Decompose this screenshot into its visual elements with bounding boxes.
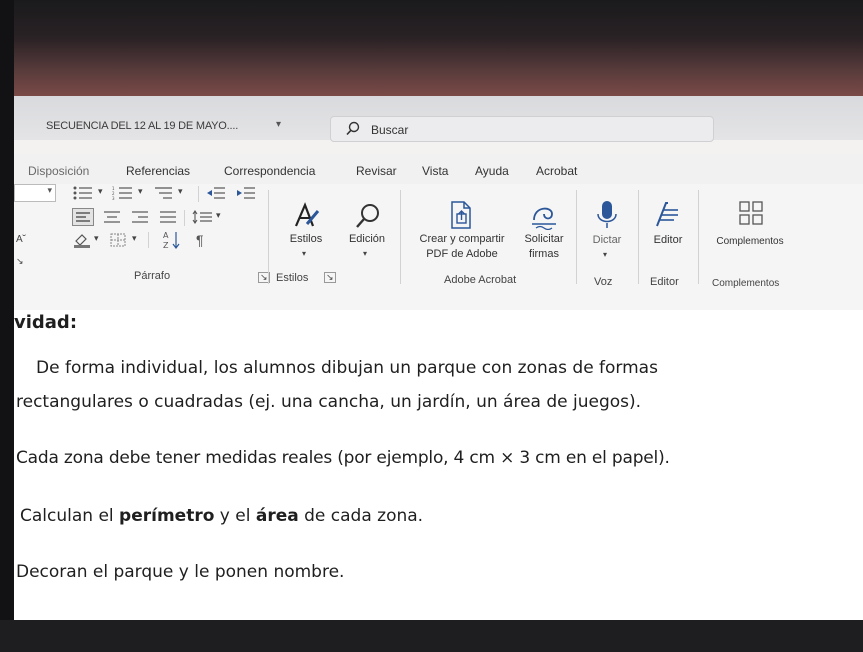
menu-bar: Disposición Referencias Correspondencia … [14, 154, 863, 184]
document-title[interactable]: SECUENCIA DEL 12 AL 19 DE MAYO.... [46, 120, 238, 132]
font-size-box[interactable]: ▾ [14, 184, 56, 202]
tab-acrobat[interactable]: Acrobat [536, 164, 577, 178]
editor-icon [656, 202, 678, 227]
align-left-icon[interactable] [72, 208, 94, 226]
divider [148, 232, 149, 248]
justify-icon[interactable] [158, 209, 178, 225]
create-share-pdf-label-2: PDF de Adobe [426, 248, 498, 260]
signature-icon [532, 207, 556, 230]
create-share-pdf-button[interactable]: Crear y compartir PDF de Adobe [408, 200, 516, 268]
launcher-icon[interactable]: ↘ [16, 256, 24, 267]
addins-grid-icon [739, 201, 763, 225]
request-signatures-label-1: Solicitar [524, 233, 564, 245]
addins-button[interactable]: Complementos [704, 200, 796, 268]
pilcrow-icon[interactable]: ¶ [196, 232, 204, 248]
tab-ayuda[interactable]: Ayuda [475, 164, 509, 178]
superscript-marker[interactable]: A˘ [16, 234, 26, 245]
title-bar: SECUENCIA DEL 12 AL 19 DE MAYO.... ▾ Bus… [14, 96, 863, 142]
styles-group-label: Estilos [276, 272, 309, 284]
search-icon [346, 121, 360, 136]
chevron-down-icon[interactable]: ▾ [276, 119, 281, 130]
divider [198, 186, 199, 202]
chevron-down-icon: ▾ [47, 185, 52, 195]
chevron-down-icon: ▾ [603, 250, 608, 259]
svg-text:Z: Z [163, 241, 169, 250]
monitor-bezel-left [0, 0, 14, 652]
align-right-icon[interactable] [130, 209, 150, 225]
adobe-acrobat-group-label: Adobe Acrobat [444, 274, 517, 286]
document-line-5: Decoran el parque y le ponen nombre. [16, 562, 345, 582]
chevron-down-icon[interactable]: ▾ [98, 186, 103, 197]
editor-button[interactable]: Editor [644, 200, 692, 268]
line-4-text-a: Calculan el [20, 506, 120, 526]
section-heading: vidad: [14, 312, 78, 333]
launcher-icon[interactable]: ↘ [324, 272, 336, 283]
divider [268, 190, 269, 284]
divider [184, 210, 185, 226]
chevron-down-icon[interactable]: ▾ [178, 186, 183, 197]
ribbon: ▾ ▾ 1 2 3 ▾ ▾ ▾ A˘ ▾ ▾ A Z ¶ ↘ Párrafo ↘… [14, 184, 863, 311]
line-4-bold-area: área [255, 506, 299, 526]
styles-button[interactable]: Estilos ▾ [286, 202, 326, 262]
document-page[interactable]: vidad: De forma individual, los alumnos … [14, 310, 863, 622]
divider [400, 190, 401, 284]
bullets-icon[interactable] [72, 186, 94, 200]
dictate-button-label: Dictar [592, 234, 622, 246]
monitor-bezel-top [0, 0, 863, 96]
search-icon [356, 204, 379, 228]
chevron-down-icon[interactable]: ▾ [94, 233, 99, 244]
editing-button-label: Edición [348, 233, 386, 245]
create-share-pdf-label-1: Crear y compartir [419, 233, 505, 245]
tab-disposicion[interactable]: Disposición [28, 164, 89, 178]
line-4-bold-perimetro: perímetro [119, 506, 215, 526]
styles-icon [294, 202, 320, 227]
svg-text:3: 3 [112, 196, 115, 200]
divider [576, 190, 577, 284]
multilevel-list-icon[interactable] [152, 186, 174, 200]
divider [698, 190, 699, 284]
svg-text:A: A [163, 231, 169, 240]
dictate-button[interactable]: Dictar ▾ [584, 200, 630, 268]
tab-correspondencia[interactable]: Correspondencia [224, 164, 315, 178]
styles-button-label: Estilos [289, 233, 323, 245]
chevron-down-icon[interactable]: ▾ [132, 233, 137, 244]
voice-group-label: Voz [594, 276, 613, 288]
borders-icon[interactable] [108, 232, 128, 248]
request-signatures-button[interactable]: Solicitar firmas [516, 200, 572, 268]
document-line-4: Calculan el perímetro y el área de cada … [20, 506, 423, 526]
search-box[interactable]: Buscar [330, 116, 714, 142]
decrease-indent-icon[interactable] [206, 186, 226, 200]
pdf-document-icon [451, 201, 471, 229]
tab-vista[interactable]: Vista [422, 164, 448, 178]
word-window: SECUENCIA DEL 12 AL 19 DE MAYO.... ▾ Bus… [14, 96, 863, 622]
numbering-icon[interactable]: 1 2 3 [112, 186, 134, 200]
line-spacing-icon[interactable] [190, 209, 214, 225]
chevron-down-icon[interactable]: ▾ [216, 210, 221, 221]
editor-button-label: Editor [653, 234, 683, 246]
addins-group-label: Complementos [712, 278, 780, 289]
editor-group-label: Editor [650, 276, 679, 288]
divider [638, 190, 639, 284]
line-4-text-c: de cada zona. [298, 506, 424, 526]
monitor-bezel-bottom [0, 620, 863, 652]
sort-icon[interactable]: A Z [162, 230, 182, 250]
document-line-3: Cada zona debe tener medidas reales (por… [16, 448, 670, 468]
chevron-down-icon[interactable]: ▾ [138, 186, 143, 197]
shading-icon[interactable] [72, 232, 92, 248]
chevron-down-icon: ▾ [302, 249, 307, 258]
align-center-icon[interactable] [102, 209, 122, 225]
chevron-down-icon: ▾ [363, 249, 368, 258]
document-line-1: De forma individual, los alumnos dibujan… [36, 358, 658, 378]
editing-button[interactable]: Edición ▾ [344, 202, 390, 262]
tab-referencias[interactable]: Referencias [126, 164, 190, 178]
tab-revisar[interactable]: Revisar [356, 164, 397, 178]
line-4-text-b: y el [214, 506, 256, 526]
microphone-icon [597, 201, 617, 228]
document-line-2: rectangulares o cuadradas (ej. una canch… [16, 392, 642, 412]
addins-button-label: Complementos [716, 236, 784, 247]
paragraph-group-label: Párrafo [134, 270, 171, 282]
search-label: Buscar [371, 123, 409, 137]
increase-indent-icon[interactable] [236, 186, 256, 200]
request-signatures-label-2: firmas [529, 248, 559, 260]
